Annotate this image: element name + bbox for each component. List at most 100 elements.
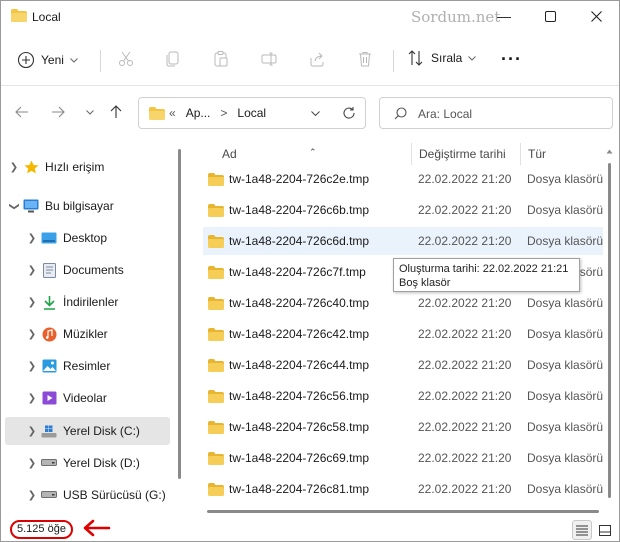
folder-icon — [208, 234, 224, 248]
sidebar-item-documents[interactable]: ❯ Documents — [5, 256, 170, 284]
file-name: tw-1a48-2204-726c6d.tmp — [229, 234, 370, 248]
recent-locations-button[interactable] — [81, 103, 99, 121]
plus-circle-icon — [17, 51, 35, 69]
sidebar-item-this-pc[interactable]: ❯ Bu bilgisayar — [5, 192, 170, 220]
chevron-right-icon[interactable]: ❯ — [23, 458, 41, 469]
paste-button[interactable] — [211, 49, 231, 69]
column-header: ⌃ Ad Değiştirme tarihi Tür — [191, 141, 603, 167]
chevron-right-icon[interactable]: ❯ — [23, 329, 41, 340]
column-divider[interactable] — [411, 143, 412, 165]
sidebar-item-usb-drive[interactable]: ❯ USB Sürücüsü (G:) — [5, 481, 170, 509]
file-row[interactable]: tw-1a48-2204-726c6d.tmp 22.02.2022 21:20 D… — [203, 227, 603, 255]
file-row[interactable]: tw-1a48-2204-726c81.tmp 22.02.2022 21:20 D… — [203, 475, 603, 503]
file-modified-date: 22.02.2022 21:20 — [418, 482, 512, 496]
sidebar-item-music[interactable]: ❯ Müzikler — [5, 320, 170, 348]
maximize-button[interactable] — [527, 1, 573, 31]
cut-button[interactable] — [116, 49, 136, 69]
chevron-down-icon — [70, 57, 78, 63]
file-modified-date: 22.02.2022 21:20 — [418, 327, 512, 341]
file-row[interactable]: tw-1a48-2204-726c40.tmp 22.02.2022 21:20 D… — [203, 289, 603, 317]
file-row[interactable]: tw-1a48-2204-726c69.tmp 22.02.2022 21:20 D… — [203, 444, 603, 472]
copy-button[interactable] — [163, 49, 183, 69]
breadcrumb-overflow[interactable]: « — [169, 106, 176, 120]
minimize-icon: — — [497, 8, 511, 24]
more-options-button[interactable]: ··· — [501, 49, 522, 70]
chevron-right-icon[interactable]: ❯ — [23, 393, 41, 404]
file-row[interactable]: tw-1a48-2204-726c2e.tmp 22.02.2022 21:20 D… — [203, 165, 603, 193]
folder-icon — [149, 107, 165, 120]
new-button[interactable]: Yeni — [17, 46, 78, 74]
sidebar-item-pictures[interactable]: ❯ Resimler — [5, 352, 170, 380]
sidebar-item-downloads[interactable]: ❯ İndirilenler — [5, 288, 170, 316]
navigation-bar: « Ap... > Local Ara: Local — [1, 87, 619, 137]
horizontal-scrollbar[interactable] — [207, 510, 599, 513]
share-button[interactable] — [307, 49, 327, 69]
folder-icon — [208, 265, 224, 279]
scroll-up-icon[interactable] — [606, 149, 613, 154]
tooltip: Oluşturma tarihi: 22.02.2022 21:21 Boş k… — [393, 258, 580, 292]
file-name: tw-1a48-2204-726c6b.tmp — [229, 203, 370, 217]
search-box[interactable]: Ara: Local — [379, 97, 613, 129]
chevron-right-icon[interactable]: ❯ — [23, 297, 41, 308]
back-button[interactable] — [13, 103, 31, 121]
refresh-icon[interactable] — [342, 106, 356, 120]
file-list-scrollbar[interactable] — [606, 149, 613, 498]
rename-button[interactable] — [259, 49, 279, 69]
chevron-down-icon[interactable] — [311, 111, 320, 116]
sidebar-item-local-disk-d[interactable]: ❯ Yerel Disk (D:) — [5, 449, 170, 477]
column-divider[interactable] — [520, 143, 521, 165]
explorer-window: Local Sordum.net — Yeni Sırala ··· « Ap.… — [0, 0, 620, 542]
tiles-view-button[interactable] — [595, 520, 615, 540]
column-modified[interactable]: Değiştirme tarihi — [419, 147, 506, 161]
sidebar-item-videos[interactable]: ❯ Videolar — [5, 384, 170, 412]
breadcrumb-local[interactable]: Local — [237, 106, 266, 120]
chevron-right-icon[interactable]: ❯ — [23, 265, 41, 276]
chevron-right-icon[interactable]: ❯ — [23, 361, 41, 372]
folder-icon — [208, 296, 224, 310]
file-row[interactable]: tw-1a48-2204-726c44.tmp 22.02.2022 21:20 D… — [203, 351, 603, 379]
search-placeholder: Ara: Local — [418, 107, 473, 121]
sidebar-item-label: Bu bilgisayar — [45, 199, 114, 213]
chevron-right-icon[interactable]: ❯ — [5, 162, 23, 173]
drive-icon — [41, 456, 57, 470]
column-name[interactable]: Ad — [222, 147, 237, 161]
paste-icon — [214, 51, 228, 67]
breadcrumb-separator[interactable]: > — [220, 106, 227, 120]
file-row[interactable]: tw-1a48-2204-726c42.tmp 22.02.2022 21:20 D… — [203, 320, 603, 348]
file-row[interactable]: tw-1a48-2204-726c6b.tmp 22.02.2022 21:20 D… — [203, 196, 603, 224]
maximize-icon — [544, 10, 556, 22]
command-bar: Yeni Sırala ··· — [1, 32, 619, 86]
details-view-button[interactable] — [572, 520, 592, 540]
sidebar-item-desktop[interactable]: ❯ Desktop — [5, 224, 170, 252]
file-name: tw-1a48-2204-726c42.tmp — [229, 327, 370, 341]
file-name: tw-1a48-2204-726c40.tmp — [229, 296, 370, 310]
sort-icon — [408, 50, 423, 66]
delete-button[interactable] — [355, 49, 375, 69]
chevron-right-icon[interactable]: ❯ — [23, 426, 41, 437]
file-name: tw-1a48-2204-726c44.tmp — [229, 358, 370, 372]
music-icon — [41, 327, 57, 341]
sidebar-scrollbar[interactable] — [178, 149, 181, 479]
tooltip-created-date: Oluşturma tarihi: 22.02.2022 21:21 — [399, 263, 569, 275]
window-title: Local — [32, 10, 61, 24]
sidebar-item-quick-access[interactable]: ❯ Hızlı erişim — [5, 153, 170, 181]
forward-button[interactable] — [49, 103, 67, 121]
close-button[interactable] — [573, 1, 619, 31]
minimize-button[interactable]: — — [481, 1, 527, 31]
chevron-right-icon[interactable]: ❯ — [23, 233, 41, 244]
file-modified-date: 22.02.2022 21:20 — [418, 420, 512, 434]
sidebar-item-local-disk-c[interactable]: ❯ Yerel Disk (C:) — [5, 417, 170, 445]
file-row[interactable]: tw-1a48-2204-726c58.tmp 22.02.2022 21:20 D… — [203, 413, 603, 441]
file-type: Dosya klasörü — [527, 482, 603, 496]
breadcrumb-appdata[interactable]: Ap... — [186, 106, 211, 120]
sort-button[interactable]: Sırala — [407, 49, 477, 67]
scrollbar-thumb[interactable] — [608, 163, 611, 498]
chevron-right-icon[interactable]: ❯ — [23, 490, 41, 501]
file-row[interactable]: tw-1a48-2204-726c56.tmp 22.02.2022 21:20 D… — [203, 382, 603, 410]
sidebar-item-label: Yerel Disk (D:) — [63, 456, 140, 470]
chevron-down-icon[interactable]: ❯ — [9, 197, 20, 215]
address-bar[interactable]: « Ap... > Local — [138, 97, 366, 129]
column-type[interactable]: Tür — [528, 147, 546, 161]
item-count: 5.125 öğe — [10, 520, 73, 539]
up-button[interactable] — [107, 103, 125, 121]
